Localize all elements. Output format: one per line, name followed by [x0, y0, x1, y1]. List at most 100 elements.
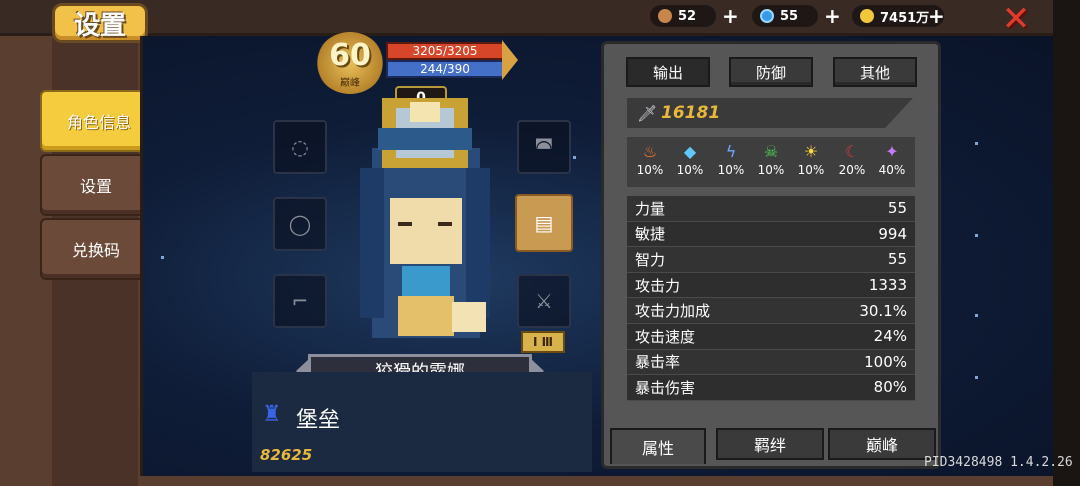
element-value: 10% [717, 163, 745, 177]
sidebar-item-label: 设置 [79, 177, 112, 196]
element-dark: ☾ 20% [832, 141, 872, 177]
equip-slot-helmet[interactable]: ◚ [517, 120, 571, 174]
attack-value: 16181 [661, 103, 721, 123]
sidebar-item-label: 角色信息 [66, 113, 131, 132]
attr-value: 55 [887, 199, 907, 218]
equip-slot-armor[interactable]: ▤ [515, 194, 573, 252]
star-decoration [975, 142, 978, 145]
level-sub: 巅峰 [340, 78, 360, 89]
star-decoration [975, 376, 978, 379]
fire-icon: ♨ [642, 142, 658, 161]
table-row: 力量 55 [627, 196, 915, 222]
equip-slot-boots[interactable]: ⌐ [273, 274, 327, 328]
attr-name: 力量 [635, 199, 666, 218]
attribute-table: 力量 55 敏捷 994 智力 55 攻击力 1333 攻击力加成 30.1% 攻击速度 2… [627, 196, 915, 401]
poison-icon: ☠ [763, 142, 779, 161]
table-row: 暴击率 100% [627, 349, 915, 376]
element-arcane: ✦ 40% [872, 141, 912, 177]
element-value: 20% [838, 163, 866, 177]
element-value: 40% [878, 163, 906, 177]
star-decoration [975, 314, 978, 317]
attr-name: 攻击速度 [635, 327, 696, 346]
element-value: 10% [797, 163, 825, 177]
attr-name: 智力 [635, 250, 666, 269]
arcane-icon: ✦ [885, 142, 899, 161]
star-decoration [975, 234, 978, 237]
necklace-icon: ◌ [291, 135, 309, 159]
table-row: 攻击力加成 30.1% [627, 298, 915, 324]
table-row: 敏捷 994 [627, 221, 915, 248]
element-value: 10% [676, 163, 704, 177]
attack-row: 16181 [627, 98, 913, 128]
add-gem-button[interactable]: + [824, 4, 841, 28]
attr-value: 24% [873, 327, 907, 346]
ring-icon: ◯ [288, 212, 312, 236]
frame-edge [1053, 0, 1080, 486]
level-number: 60 [329, 38, 371, 73]
boot-resource: 52 [650, 5, 716, 27]
element-light: ☀ 10% [791, 141, 831, 177]
tab-attributes[interactable]: 属性 [610, 428, 706, 464]
star-decoration [161, 256, 164, 259]
page-title: 设置 [52, 3, 148, 43]
attr-value: 30.1% [859, 301, 907, 320]
element-fire: ♨ 10% [630, 141, 670, 177]
tab-peak[interactable]: 巅峰 [828, 428, 936, 460]
hp-bar: 3205/3205 [386, 42, 504, 60]
tier-badge: Ⅰ Ⅲ [521, 331, 565, 353]
table-row: 智力 55 [627, 247, 915, 273]
attr-value: 80% [873, 378, 907, 397]
sidebar-item-redeem-code[interactable]: 兑换码 [42, 220, 150, 278]
tab-bonds[interactable]: 羁绊 [716, 428, 824, 460]
boot-count: 52 [678, 8, 697, 24]
attr-name: 暴击伤害 [635, 378, 696, 397]
boots-icon: ⌐ [291, 289, 309, 313]
tab-output[interactable]: 输出 [626, 57, 710, 87]
element-ice: ◆ 10% [670, 141, 710, 177]
table-row: 暴击伤害 80% [627, 375, 915, 401]
tab-other[interactable]: 其他 [833, 57, 917, 87]
gem-icon [760, 9, 774, 23]
star-decoration [573, 156, 576, 159]
attr-name: 攻击力加成 [635, 302, 711, 321]
attr-name: 攻击力 [635, 276, 681, 295]
ice-icon: ◆ [683, 142, 697, 161]
level-badge: 60 巅峰 [316, 32, 384, 94]
add-coin-button[interactable]: + [928, 4, 945, 28]
element-value: 10% [636, 163, 664, 177]
sidebar-item-settings[interactable]: 设置 [42, 156, 150, 214]
close-button[interactable]: ✕ [998, 0, 1034, 39]
boot-icon [658, 9, 672, 23]
equip-slot-weapon[interactable]: ⚔ [517, 274, 571, 328]
attr-value: 55 [887, 250, 907, 269]
gem-resource: 55 [752, 5, 818, 27]
attr-value: 994 [878, 224, 907, 243]
equip-slot-ring[interactable]: ◯ [273, 197, 327, 251]
attr-name: 敏捷 [635, 225, 666, 244]
lightning-icon: ϟ [725, 142, 737, 161]
dark-icon: ☾ [844, 142, 860, 161]
close-icon: ✕ [1001, 0, 1031, 39]
hero-sprite[interactable] [340, 88, 510, 350]
armor-icon: ▤ [534, 211, 554, 235]
table-row: 攻击力 1333 [627, 272, 915, 299]
element-value: 10% [757, 163, 785, 177]
class-name: 堡垒 [296, 408, 341, 433]
attr-value: 1333 [868, 276, 907, 295]
sidebar-item-character-info[interactable]: 角色信息 [42, 92, 156, 150]
equip-slot-necklace[interactable]: ◌ [273, 120, 327, 174]
attr-name: 暴击率 [635, 353, 681, 372]
build-id: PID3428498 1.4.2.26 [924, 455, 1073, 470]
mp-bar: 244/390 [386, 60, 504, 78]
element-lightning: ϟ 10% [711, 141, 751, 177]
tab-defense[interactable]: 防御 [729, 57, 813, 87]
element-poison: ☠ 10% [751, 141, 791, 177]
gem-count: 55 [780, 8, 799, 24]
bar-ribbon [502, 40, 518, 80]
sword-icon: 🗡 [637, 104, 658, 123]
coin-count: 7451万 [880, 10, 930, 26]
sword-slot-icon: ⚔ [535, 289, 553, 313]
sidebar-item-label: 兑换码 [71, 241, 120, 260]
attr-value: 100% [864, 352, 907, 371]
add-boot-button[interactable]: + [722, 4, 739, 28]
